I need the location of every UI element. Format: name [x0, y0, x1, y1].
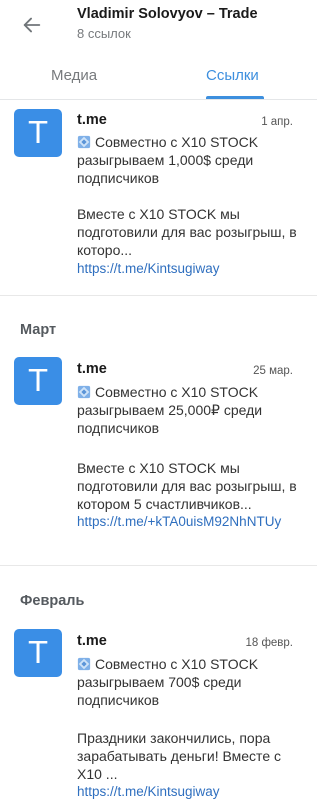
chat-header: Vladimir Solovyov – Trade 8 ссылок [0, 0, 317, 58]
divider [0, 295, 317, 296]
link-title: Совместно с X10 STOCK разыгрываем 1,000$… [77, 133, 297, 187]
diamond-emoji-icon [77, 135, 91, 149]
site-avatar: T [14, 109, 62, 157]
site-name: t.me [77, 112, 107, 128]
link-date: 25 мар. [253, 365, 293, 377]
link-item[interactable]: T t.me 25 мар. Совместно с X10 STOCK раз… [0, 355, 317, 565]
link-description: Вместе с X10 STOCK мы подготовили для ва… [77, 206, 297, 258]
tab-links[interactable]: Ссылки [206, 67, 259, 84]
links-count: 8 ссылок [77, 26, 131, 41]
site-name: t.me [77, 361, 107, 377]
arrow-left-icon [23, 17, 41, 33]
link-description: Праздники закончились, пора зарабатывать… [77, 730, 281, 782]
link-item[interactable]: T t.me 1 апр. Совместно с X10 STOCK разы… [0, 100, 317, 296]
link-description: Вместе с X10 STOCK мы подготовили для ва… [77, 460, 297, 512]
diamond-emoji-icon [77, 657, 91, 671]
link-title-text: Совместно с X10 STOCK разыгрываем 1,000$… [77, 134, 259, 186]
section-title-february: Февраль [20, 593, 85, 609]
divider [0, 565, 317, 566]
link-item[interactable]: T t.me 18 февр. Совместно с X10 STOCK ра… [0, 627, 317, 809]
site-avatar: T [14, 357, 62, 405]
back-button[interactable] [14, 7, 50, 43]
link-title: Совместно с X10 STOCK разыгрываем 700$ с… [77, 655, 297, 709]
tab-media[interactable]: Медиа [51, 67, 97, 84]
tab-bar: Медиа Ссылки [0, 58, 317, 100]
link-title-text: Совместно с X10 STOCK разыгрываем 25,000… [77, 384, 263, 436]
link-url[interactable]: https://t.me/Kintsugiway [77, 260, 305, 278]
active-tab-indicator [206, 96, 264, 99]
link-url[interactable]: https://t.me/+kTA0uisM92NhNTUy [77, 513, 305, 531]
link-title: Совместно с X10 STOCK разыгрываем 25,000… [77, 383, 297, 437]
chat-title: Vladimir Solovyov – Trade [77, 6, 258, 22]
section-title-march: Март [20, 322, 57, 338]
site-name: t.me [77, 633, 107, 649]
link-title-text: Совместно с X10 STOCK разыгрываем 700$ с… [77, 656, 259, 708]
site-avatar: T [14, 629, 62, 677]
link-url[interactable]: https://t.me/Kintsugiway [77, 783, 305, 801]
link-date: 1 апр. [261, 116, 293, 128]
diamond-emoji-icon [77, 385, 91, 399]
link-date: 18 февр. [245, 637, 293, 649]
